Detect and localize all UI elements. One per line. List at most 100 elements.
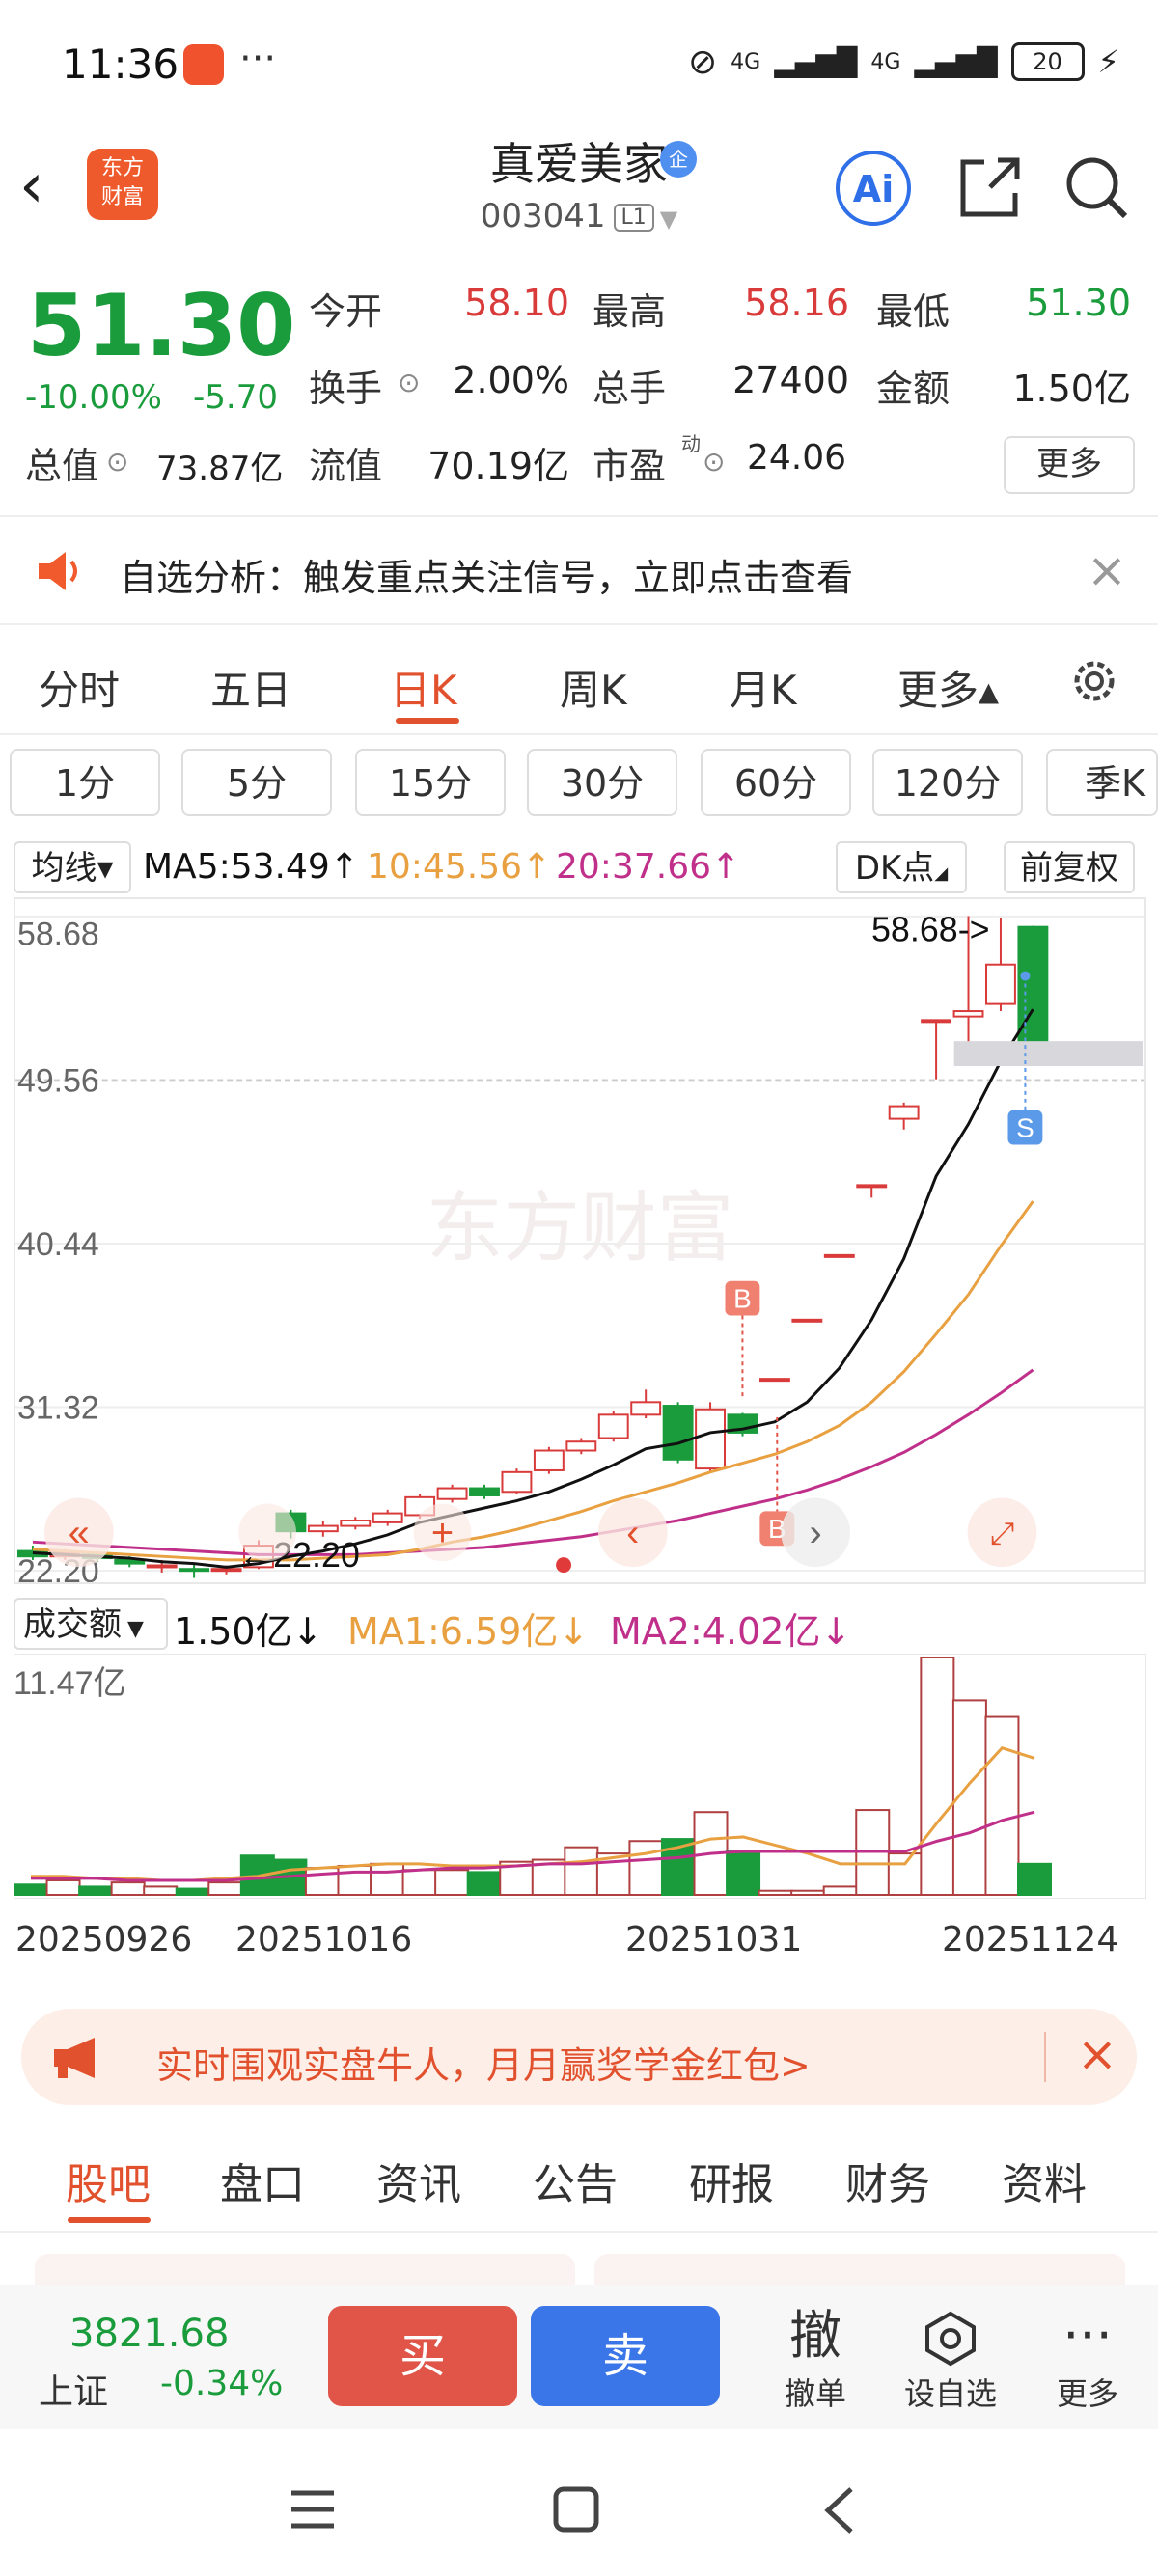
candle-body	[952, 1010, 984, 1018]
banner-divider	[1044, 2032, 1046, 2082]
tab-five-day[interactable]: 五日	[210, 658, 291, 717]
ai-button[interactable]: Ai	[836, 151, 911, 226]
candle-body	[791, 1318, 823, 1323]
tab-news[interactable]: 资讯	[376, 2150, 461, 2211]
index-change[interactable]: -0.34%	[160, 2364, 283, 2403]
more-quote-button[interactable]: 更多	[1004, 436, 1135, 494]
price-band	[953, 1041, 1144, 1067]
notice-bar[interactable]: 自选分析：触发重点关注信号，立即点击查看 ×	[0, 523, 1158, 619]
volume-bar	[207, 1881, 243, 1897]
home-icon[interactable]	[550, 2483, 602, 2535]
notice-text: 自选分析：触发重点关注信号，立即点击查看	[120, 557, 854, 599]
total-cap-label: 总值	[25, 445, 99, 487]
sell-button[interactable]: 卖	[531, 2306, 720, 2406]
share-icon[interactable]	[951, 149, 1029, 226]
volume-bars	[14, 1657, 1052, 1897]
volume-selector[interactable]: 成交额 ▼	[14, 1598, 168, 1650]
tab-announcements[interactable]: 公告	[533, 2150, 618, 2211]
candle-body	[856, 1184, 888, 1189]
info-icon-2[interactable]: ⊙	[106, 446, 128, 478]
volume-bar	[790, 1889, 826, 1897]
zoom-out-button[interactable]	[238, 1503, 297, 1562]
banner-close-icon[interactable]: ×	[1077, 2026, 1117, 2082]
tab-intraday[interactable]: 分时	[39, 658, 120, 717]
float-cap-label: 流值	[309, 445, 383, 487]
buy-button[interactable]: 买	[328, 2306, 517, 2406]
more-actions-button[interactable]: ··· 更多	[1034, 2302, 1141, 2414]
current-price: 51.30	[27, 276, 296, 375]
ma5-value: MA5:53.49↑	[143, 847, 359, 887]
ma5-line	[32, 1008, 1034, 1569]
candle-body	[501, 1470, 533, 1494]
tab-order-book[interactable]: 盘口	[220, 2150, 305, 2211]
tab-60min[interactable]: 60分	[701, 749, 851, 816]
divider	[0, 515, 1158, 517]
chevron-down-icon[interactable]: ▼	[660, 206, 677, 233]
system-back-icon[interactable]	[816, 2483, 861, 2537]
more-notifications-icon: ···	[239, 37, 277, 81]
tab-1min[interactable]: 1分	[10, 749, 160, 816]
bottom-action-bar: 3821.68 上证 -0.34% 买 卖 撤 撤单 设自选 ··· 更多	[0, 2285, 1158, 2429]
adjust-button[interactable]: 前复权	[1004, 841, 1135, 893]
ma10-value: 10:45.56↑	[367, 847, 552, 887]
candle-body	[888, 1105, 920, 1120]
buy-marker-label: B	[733, 1284, 752, 1314]
volume-bar	[175, 1887, 210, 1897]
y-axis-label: 40.44	[17, 1226, 99, 1263]
tab-forum[interactable]: 股吧	[66, 2150, 151, 2211]
title-bar: ‹ 东方 财富 真爱美家 企 003041 L1 ▼ Ai	[0, 125, 1158, 251]
megaphone-icon	[54, 2038, 95, 2078]
candle-body	[985, 963, 1016, 1005]
tab-quarter-k[interactable]: 季K	[1046, 749, 1158, 816]
volume-bar	[110, 1881, 146, 1897]
search-icon[interactable]	[1058, 149, 1135, 226]
dk-point-label: DK点	[854, 849, 935, 888]
status-time: 11:36	[62, 41, 179, 88]
tab-monthly-k[interactable]: 月K	[730, 658, 797, 717]
index-value[interactable]: 3821.68	[69, 2312, 229, 2356]
tab-15min[interactable]: 15分	[355, 749, 506, 816]
close-icon[interactable]: ×	[1087, 542, 1127, 598]
index-name[interactable]: 上证	[39, 2364, 108, 2414]
tab-120min[interactable]: 120分	[872, 749, 1023, 816]
info-icon[interactable]: ⊙	[398, 367, 420, 398]
volume-value: 1.50亿↓	[174, 1610, 323, 1653]
candle-body	[146, 1564, 178, 1569]
battery-icon: 20	[1010, 42, 1085, 81]
volume-ma1: MA1:6.59亿↓	[347, 1610, 590, 1653]
tab-daily-k[interactable]: 日K	[390, 658, 457, 717]
menu-icon[interactable]	[286, 2485, 340, 2534]
tab-more[interactable]: 更多▴	[897, 658, 999, 717]
gear-icon[interactable]	[1065, 652, 1123, 710]
date-axis: 20250926 20251016 20251031 20251124	[0, 1920, 1158, 1968]
promo-banner[interactable]: 实时围观实盘牛人，月月赢奖学金红包> ×	[21, 2009, 1137, 2105]
tab-30min[interactable]: 30分	[527, 749, 677, 816]
cancel-order-button[interactable]: 撤 撤单	[762, 2302, 868, 2414]
candlestick-chart[interactable]: 东方财富 58.6849.5640.4431.3222.20 58.68-> ←…	[14, 897, 1146, 1584]
event-dot[interactable]	[556, 1557, 572, 1574]
info-icon-3[interactable]: ⊙	[703, 446, 725, 478]
ma-selector[interactable]: 均线▾	[14, 841, 131, 893]
date-label-2: 20251016	[235, 1920, 413, 1959]
candle-body	[565, 1440, 597, 1452]
add-watchlist-button[interactable]: 设自选	[897, 2302, 1004, 2414]
candle-body	[1017, 925, 1049, 1051]
candle-body	[695, 1408, 726, 1470]
tab-financials[interactable]: 财务	[845, 2150, 930, 2211]
open-value: 58.10	[464, 282, 569, 324]
level-badge[interactable]: L1	[613, 204, 654, 232]
ma-lines	[32, 1008, 1034, 1569]
total-cap-value: 73.87亿	[156, 450, 284, 488]
tab-research[interactable]: 研报	[689, 2150, 774, 2211]
volume-bar	[758, 1889, 793, 1897]
tab-profile[interactable]: 资料	[1002, 2150, 1087, 2211]
tab-weekly-k[interactable]: 周K	[560, 658, 627, 717]
volume-bar	[401, 1869, 437, 1896]
tab-5min[interactable]: 5分	[181, 749, 332, 816]
volume-chart[interactable]: 11.47亿	[14, 1654, 1146, 1899]
candle-body	[533, 1449, 565, 1471]
y-axis-label: 31.32	[17, 1389, 99, 1426]
y-axis-labels: 58.6849.5640.4431.3222.20	[17, 917, 99, 1582]
dk-point-button[interactable]: DK点◢	[836, 841, 967, 893]
volume-bar	[78, 1885, 114, 1896]
